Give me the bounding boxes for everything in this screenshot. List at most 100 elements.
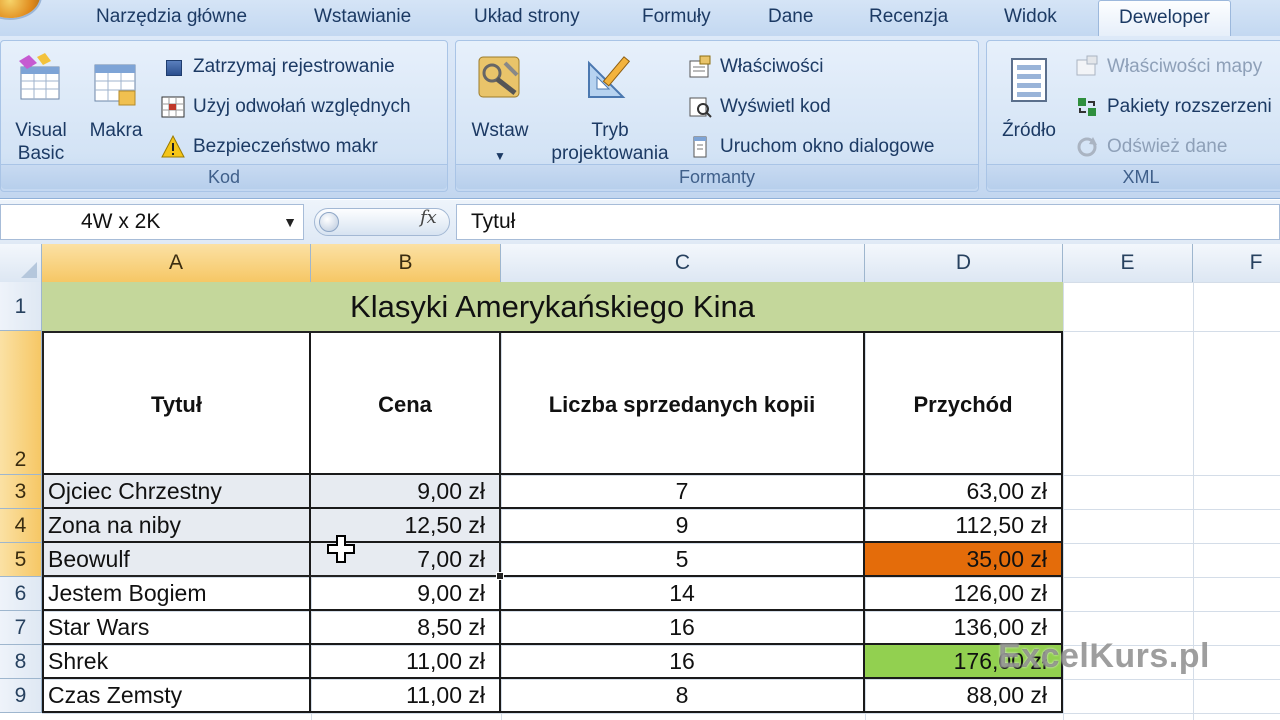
group-xml: Źródło Właściwości mapy Pakiety rozszerz… — [986, 40, 1280, 192]
column-header-f[interactable]: F — [1193, 244, 1280, 282]
relative-refs-button[interactable]: Użyj odwołań względnych — [161, 91, 411, 123]
cell-copies[interactable]: 14 — [501, 577, 865, 611]
move-cursor-icon — [327, 535, 355, 563]
tab-review[interactable]: Recenzja — [869, 6, 948, 28]
tab-insert[interactable]: Wstawianie — [314, 6, 411, 28]
warning-icon — [161, 134, 185, 159]
cell-copies[interactable]: 16 — [501, 611, 865, 645]
cell-title[interactable]: Jestem Bogiem — [42, 577, 311, 611]
cell-price[interactable]: 8,50 zł — [311, 611, 501, 645]
cell-copies[interactable]: 7 — [501, 475, 865, 509]
group-controls-label: Formanty — [456, 164, 978, 189]
cell-price[interactable]: 9,00 zł — [311, 475, 501, 509]
cell-title[interactable]: Shrek — [42, 645, 311, 679]
visual-basic-label-2: Basic — [17, 143, 65, 164]
cell-price[interactable]: 11,00 zł — [311, 645, 501, 679]
view-code-label: Wyświetl kod — [720, 96, 831, 117]
cell-revenue[interactable]: 126,00 zł — [865, 577, 1063, 611]
column-header-e[interactable]: E — [1063, 244, 1193, 282]
relative-refs-label: Użyj odwołań względnych — [193, 96, 411, 117]
row-header-2[interactable]: 2 — [0, 331, 42, 475]
insert-control-button[interactable]: Wstaw ▼ — [462, 51, 538, 163]
tab-formulas[interactable]: Formuły — [642, 6, 711, 28]
stop-recording-button[interactable]: Zatrzymaj rejestrowanie — [161, 51, 395, 83]
cell-revenue[interactable]: 88,00 zł — [865, 679, 1063, 713]
design-mode-button[interactable]: Tryb projektowania — [542, 51, 678, 164]
xml-source-button[interactable]: Źródło — [993, 51, 1065, 163]
cell-revenue[interactable]: 35,00 zł — [865, 543, 1063, 577]
formula-input[interactable]: Tytuł — [456, 204, 1280, 240]
group-xml-label: XML — [987, 164, 1280, 189]
stop-recording-label: Zatrzymaj rejestrowanie — [193, 56, 395, 77]
cell-revenue[interactable]: 112,50 zł — [865, 509, 1063, 543]
select-all-button[interactable] — [0, 244, 42, 282]
tab-view[interactable]: Widok — [1004, 6, 1057, 28]
design-mode-label-1: Tryb — [591, 120, 629, 141]
tab-developer[interactable]: Deweloper — [1098, 0, 1231, 36]
row-header-4[interactable]: 4 — [0, 509, 42, 543]
run-dialog-button[interactable]: Uruchom okno dialogowe — [688, 131, 934, 163]
fx-icon[interactable]: fx — [420, 207, 437, 228]
header-cell-1[interactable]: Cena — [311, 331, 501, 475]
visual-basic-button[interactable]: Visual Basic — [7, 51, 75, 164]
row-header-3[interactable]: 3 — [0, 475, 42, 509]
header-cell-0[interactable]: Tytuł — [42, 331, 311, 475]
run-dialog-label: Uruchom okno dialogowe — [720, 136, 935, 157]
macro-security-label: Bezpieczeństwo makr — [193, 136, 378, 157]
row-header-9[interactable]: 9 — [0, 679, 42, 713]
map-properties-icon — [1075, 55, 1099, 79]
run-dialog-icon — [688, 135, 712, 159]
name-box[interactable]: 4W x 2K ▼ — [0, 204, 304, 240]
header-cell-3[interactable]: Przychód — [865, 331, 1063, 475]
row-header-7[interactable]: 7 — [0, 611, 42, 645]
column-header-d[interactable]: D — [865, 244, 1063, 282]
insert-control-icon — [478, 56, 520, 98]
fill-handle[interactable] — [496, 572, 504, 580]
cell-title[interactable]: Zona na niby — [42, 509, 311, 543]
header-cell-2[interactable]: Liczba sprzedanych kopii — [501, 331, 865, 475]
expand-knob-icon — [319, 212, 339, 232]
row-header-1[interactable]: 1 — [0, 282, 42, 331]
map-properties-button[interactable]: Właściwości mapy — [1075, 51, 1262, 83]
tab-page-layout[interactable]: Układ strony — [474, 6, 580, 28]
cell-title[interactable]: Czas Zemsty — [42, 679, 311, 713]
cell-copies[interactable]: 16 — [501, 645, 865, 679]
cell-title[interactable]: Star Wars — [42, 611, 311, 645]
cell-copies[interactable]: 8 — [501, 679, 865, 713]
office-button[interactable] — [0, 0, 40, 18]
gridline-horizontal — [42, 713, 1280, 714]
row-header-5[interactable]: 5 — [0, 543, 42, 577]
cell-title[interactable]: Ojciec Chrzestny — [42, 475, 311, 509]
expansion-packs-button[interactable]: Pakiety rozszerzeni — [1075, 91, 1272, 123]
name-box-value: 4W x 2K — [81, 210, 161, 233]
insert-control-label: Wstaw — [471, 120, 529, 141]
column-header-a[interactable]: A — [42, 244, 311, 282]
cell-revenue[interactable]: 63,00 zł — [865, 475, 1063, 509]
column-header-c[interactable]: C — [501, 244, 865, 282]
column-header-b[interactable]: B — [311, 244, 501, 282]
row-header-8[interactable]: 8 — [0, 645, 42, 679]
cell-copies[interactable]: 9 — [501, 509, 865, 543]
map-properties-label: Właściwości mapy — [1107, 56, 1263, 77]
name-box-dropdown-icon[interactable]: ▼ — [283, 205, 297, 239]
tab-home[interactable]: Narzędzia główne — [96, 6, 247, 28]
properties-label: Właściwości — [720, 56, 824, 77]
formula-bar: 4W x 2K ▼ fx Tytuł — [0, 200, 1280, 245]
cell-copies[interactable]: 5 — [501, 543, 865, 577]
cell-title[interactable]: Beowulf — [42, 543, 311, 577]
design-mode-icon — [588, 56, 631, 98]
cell-price[interactable]: 11,00 zł — [311, 679, 501, 713]
refresh-data-button[interactable]: Odśwież dane — [1075, 131, 1227, 163]
expansion-packs-label: Pakiety rozszerzeni — [1107, 96, 1272, 117]
macros-button[interactable]: Makra — [83, 51, 149, 163]
macro-security-button[interactable]: Bezpieczeństwo makr — [161, 131, 378, 163]
cell-price[interactable]: 9,00 zł — [311, 577, 501, 611]
sheet-title-cell[interactable]: Klasyki Amerykańskiego Kina — [42, 282, 1063, 331]
view-code-icon — [688, 95, 712, 119]
refresh-data-label: Odśwież dane — [1107, 136, 1228, 157]
row-header-6[interactable]: 6 — [0, 577, 42, 611]
refresh-data-icon — [1075, 135, 1099, 159]
tab-data[interactable]: Dane — [768, 6, 813, 28]
properties-button[interactable]: Właściwości — [688, 51, 823, 83]
view-code-button[interactable]: Wyświetl kod — [688, 91, 831, 123]
